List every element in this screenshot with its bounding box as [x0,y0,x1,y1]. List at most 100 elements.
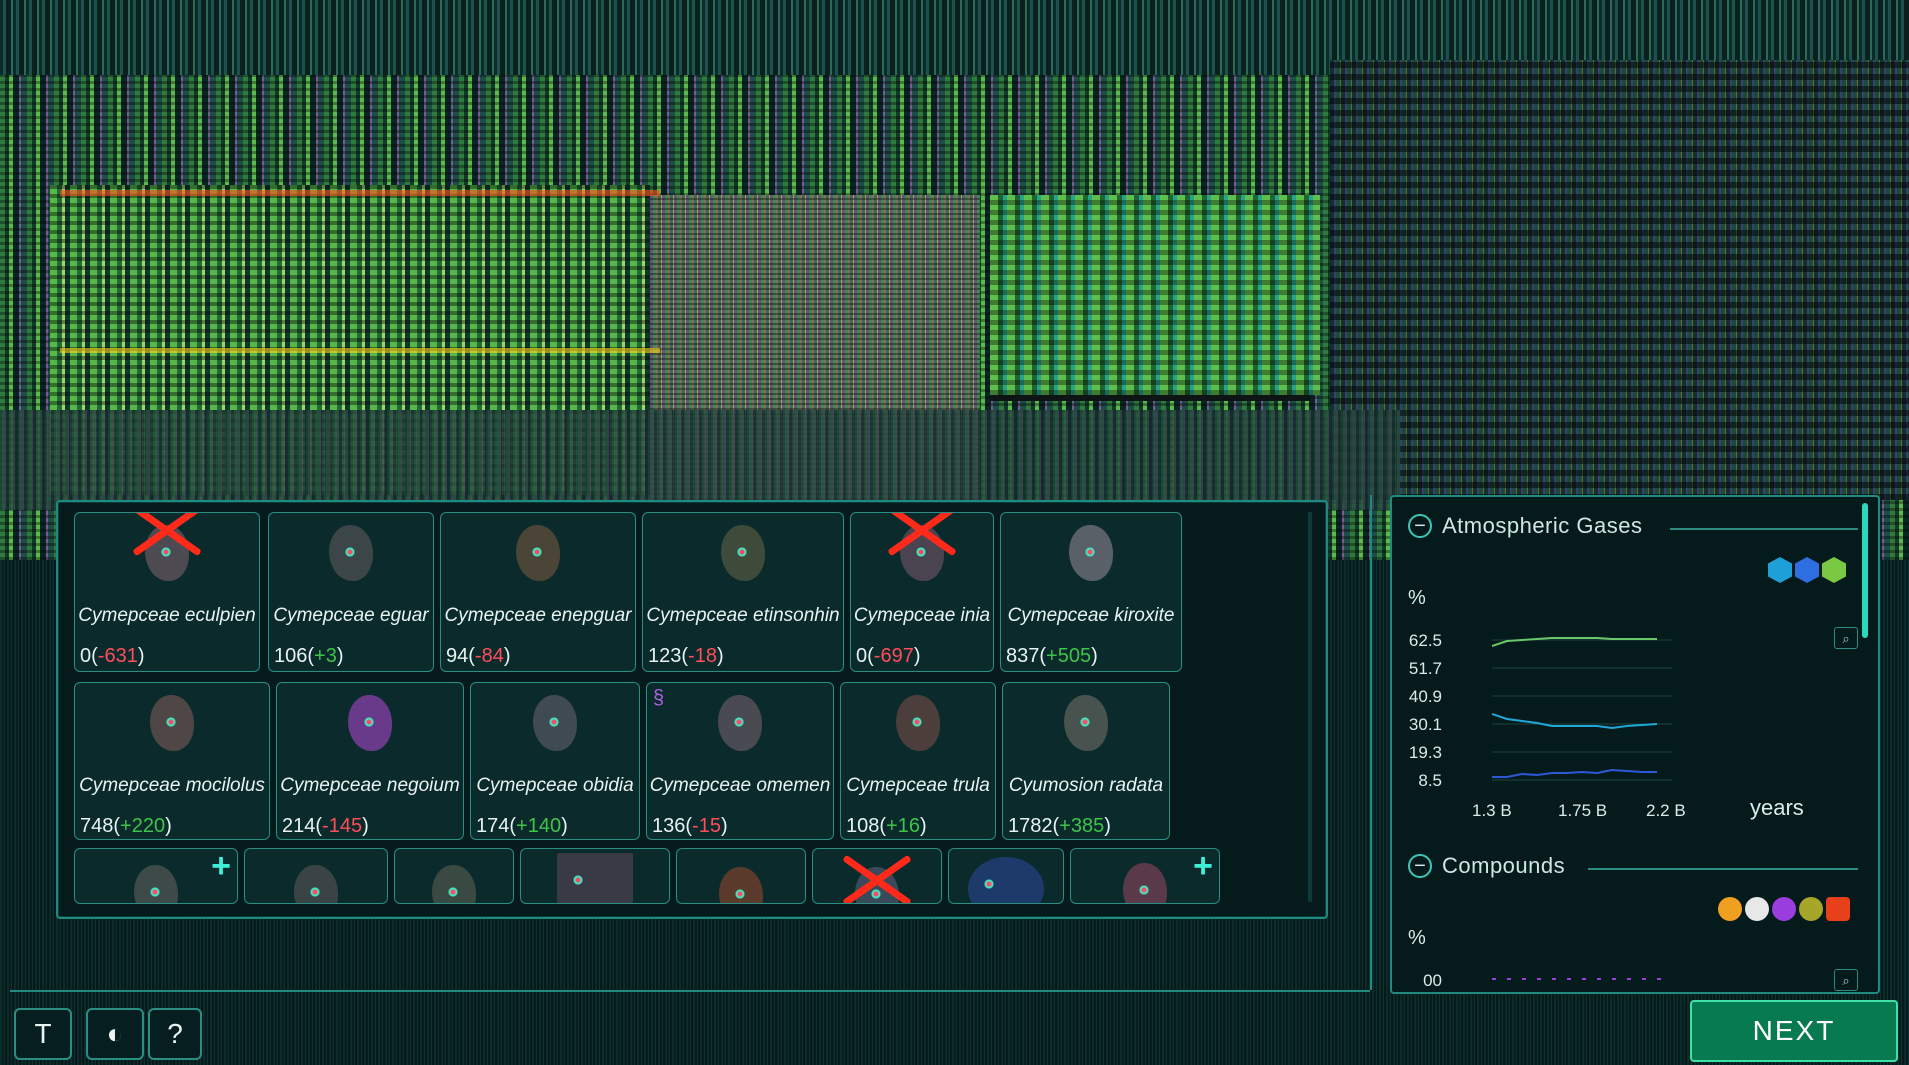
species-card[interactable]: + [1070,848,1220,904]
species-count: 94(-84) [446,645,511,667]
species-delta: -697 [873,645,914,667]
species-card[interactable]: Cymepceae trula 108(+16) [840,682,996,840]
y-tick: 30.1 [1408,715,1442,734]
compound-white-icon [1745,897,1769,921]
glitch-block [990,395,1310,401]
organism-portrait [432,865,476,903]
organism-portrait [1069,525,1113,581]
y-tick: 8.5 [1418,771,1442,790]
species-delta: +140 [516,815,562,837]
y-unit: % [1408,927,1426,949]
help-button[interactable]: ? [148,1008,202,1060]
organism-portrait [1123,863,1167,903]
environment-scrollbar[interactable] [1862,503,1868,638]
frame-divider [1370,495,1372,990]
glitched-region [0,0,1909,560]
species-card[interactable] [676,848,806,904]
compound-purple-icon [1772,897,1796,921]
species-name: Cymepceae eculpien [78,605,256,626]
species-card[interactable] [948,848,1064,904]
compound-olive-icon [1799,897,1823,921]
atmospheric-gases-header[interactable]: − Atmospheric Gases [1408,513,1642,539]
y-tick: 62.5 [1408,631,1442,650]
frame-divider [10,990,1370,992]
collapse-icon[interactable]: − [1408,514,1432,538]
species-count: 174(+140) [476,815,568,837]
glitch-block [60,348,660,353]
gas-icons [1768,557,1846,583]
organism-portrait [557,853,633,903]
section-divider [1588,868,1858,870]
species-card[interactable]: Cyumosion radata 1782(+385) [1002,682,1170,840]
species-card[interactable]: Cymepceae obidia 174(+140) [470,682,640,840]
species-delta: -631 [97,645,138,667]
organism-portrait [721,525,765,581]
species-count: 0(-697) [856,645,921,667]
species-card[interactable]: Cymepceae eguar 106(+3) [268,512,434,672]
section-title: Compounds [1442,853,1566,878]
environment-panel: − Atmospheric Gases % ⌕ 62.5 51.7 40.9 3… [1390,495,1880,994]
glitch-block [1330,60,1909,500]
species-name: Cymepceae mocilolus [79,775,265,796]
species-delta: -18 [688,645,717,667]
globe-button[interactable]: ◐ [86,1008,144,1060]
time-button[interactable]: T [14,1008,72,1060]
species-name: Cymepceae negoium [280,775,460,796]
organism-portrait [719,867,763,903]
organism-portrait [533,695,577,751]
compounds-header[interactable]: − Compounds [1408,853,1565,879]
species-card[interactable]: + [74,848,238,904]
species-delta: +220 [120,815,166,837]
species-card[interactable]: Cymepceae negoium 214(-145) [276,682,464,840]
globe-icon: ◐ [106,1018,124,1049]
extinct-x-icon [882,513,962,561]
species-card[interactable] [520,848,670,904]
species-count: 837(+505) [1006,645,1098,667]
y-tick: 51.7 [1408,659,1442,678]
species-card[interactable]: Cymepceae kiroxite 837(+505) [1000,512,1182,672]
extinct-x-icon [127,513,207,561]
y-unit: % [1408,587,1426,609]
nitrogen-icon [1822,557,1846,583]
extinct-x-icon [837,851,917,903]
species-count: 748(+220) [80,815,172,837]
species-card[interactable] [394,848,514,904]
species-name: Cymepceae obidia [476,775,634,796]
species-card[interactable]: Cymepceae enepguar 94(-84) [440,512,636,672]
species-card[interactable]: Cymepceae etinsonhin 123(-18) [642,512,844,672]
species-card[interactable] [244,848,388,904]
add-species-icon[interactable]: + [1193,849,1213,883]
species-card[interactable]: Cymepceae inia 0(-697) [850,512,994,672]
organism-portrait [896,695,940,751]
x-tick: 1.75 B [1558,801,1608,820]
species-count: 123(-18) [648,645,724,667]
series-line-oxygen [1492,637,1657,647]
organism-portrait [329,525,373,581]
add-species-icon[interactable]: + [211,849,231,883]
species-card[interactable] [812,848,942,904]
series-line-cloud [1492,713,1658,730]
next-button[interactable]: NEXT [1690,1000,1898,1062]
species-delta: +16 [886,815,920,837]
x-unit: years [1750,795,1804,820]
y-tick: 00 [1423,971,1442,990]
collapse-icon[interactable]: − [1408,854,1432,878]
magnifier-icon[interactable]: ⌕ [1834,969,1858,991]
compound-red-icon [1826,897,1850,921]
species-card[interactable]: Cymepceae mocilolus 748(+220) [74,682,270,840]
organism-portrait [718,695,762,751]
species-delta: -15 [692,815,721,837]
y-tick: 40.9 [1408,687,1442,706]
magnifier-icon[interactable]: ⌕ [1834,627,1858,649]
species-card[interactable]: § Cymepceae omemen 136(-15) [646,682,834,840]
organism-portrait [294,865,338,903]
species-delta: +385 [1059,815,1105,837]
species-delta: +3 [314,645,337,667]
cloud-icon [1795,557,1819,583]
species-delta: -84 [474,645,504,667]
species-name: Cymepceae omemen [649,775,831,796]
species-delta: -145 [322,815,363,837]
next-label: NEXT [1752,1015,1836,1046]
species-scrollbar[interactable] [1308,512,1312,902]
species-card[interactable]: Cymepceae eculpien 0(-631) [74,512,260,672]
